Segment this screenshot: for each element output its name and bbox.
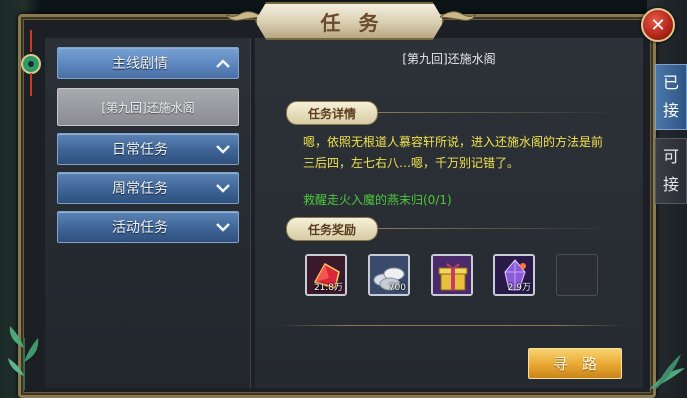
quest-title: [第九回]还施水阁: [402, 52, 496, 66]
rewards-label-text: 任务奖励: [307, 222, 356, 237]
reward-slot[interactable]: [431, 254, 473, 296]
gift-box-icon: [433, 256, 471, 294]
reward-count: 700: [388, 283, 406, 293]
category-weekly[interactable]: 周常任务: [57, 172, 239, 204]
close-icon: ✕: [650, 14, 666, 36]
tab-available[interactable]: 可 接: [655, 138, 687, 204]
tab-accepted[interactable]: 已 接: [655, 64, 687, 130]
navigate-button-label: 寻路: [552, 355, 611, 373]
quest-detail-panel: [255, 38, 643, 388]
rewards-divider: [378, 228, 618, 229]
tab-accepted-label-1: 已: [662, 73, 679, 92]
category-label: 活动任务: [112, 220, 168, 236]
rewards-section-label: 任务奖励: [286, 217, 378, 241]
title-ornament-left-icon: [225, 11, 262, 21]
details-divider: [378, 112, 618, 113]
reward-slot[interactable]: 2.9万: [493, 254, 535, 296]
chevron-down-icon: [208, 222, 238, 232]
reward-slot[interactable]: 700: [368, 254, 410, 296]
quest-list-item[interactable]: [第九回]还施水阁: [57, 88, 239, 126]
quest-description: 嗯，依照无根道人慕容轩所说，进入还施水阁的方法是前三后四，左七右八…嗯，千万别记…: [303, 135, 604, 170]
reward-count: 2.9万: [507, 283, 531, 293]
navigate-button[interactable]: 寻路: [528, 348, 622, 379]
category-event[interactable]: 活动任务: [57, 211, 239, 243]
jade-pendant-icon: [21, 30, 41, 96]
reward-slot[interactable]: 21.8万: [305, 254, 347, 296]
quest-item-label: [第九回]还施水阁: [101, 100, 195, 115]
chevron-down-icon: [208, 144, 238, 154]
category-label: 日常任务: [112, 142, 168, 158]
chevron-down-icon: [208, 183, 238, 193]
reward-count: 21.8万: [313, 283, 343, 293]
details-section-label: 任务详情: [286, 101, 378, 125]
category-main-story[interactable]: 主线剧情: [57, 47, 239, 79]
bamboo-leaf-decoration-right-icon: [649, 354, 685, 390]
chevron-up-icon: [208, 58, 238, 68]
window-title: 任务: [320, 10, 397, 35]
category-daily[interactable]: 日常任务: [57, 133, 239, 165]
tab-accepted-label-2: 接: [662, 101, 679, 120]
reward-slot-empty: [556, 254, 598, 296]
window-title-banner: 任务: [255, 2, 444, 40]
title-ornament-right-icon: [440, 11, 477, 21]
bottom-divider: [278, 325, 626, 326]
bamboo-leaf-decoration-icon: [8, 326, 39, 390]
tab-available-label-1: 可: [662, 147, 679, 166]
close-button[interactable]: ✕: [641, 8, 675, 42]
details-label-text: 任务详情: [307, 106, 356, 121]
quest-objective: 救醒走火入魔的燕末归(0/1): [303, 193, 452, 207]
category-label: 主线剧情: [112, 56, 168, 72]
category-label: 周常任务: [112, 181, 168, 197]
tab-available-label-2: 接: [662, 175, 679, 194]
